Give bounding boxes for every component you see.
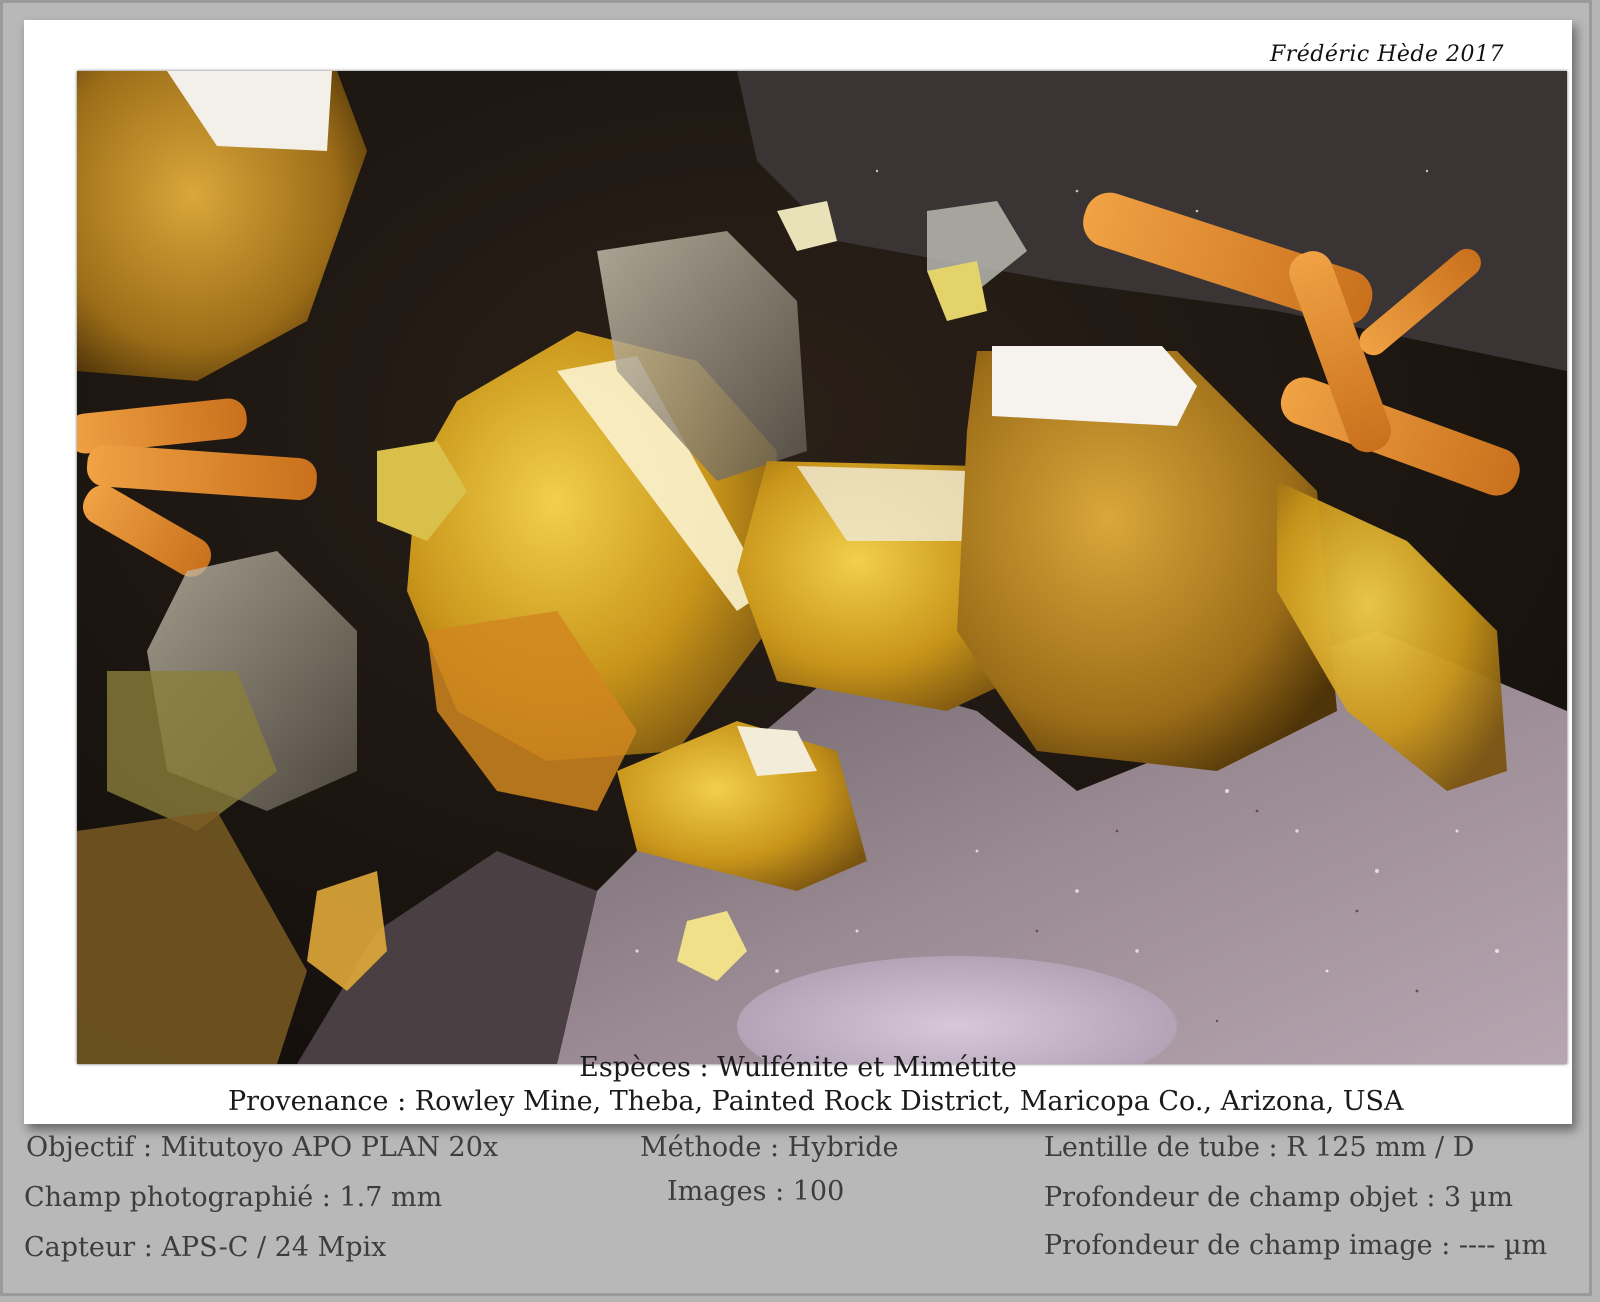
image-dof-info: Profondeur de champ image : ---- µm [1044,1230,1548,1261]
provenance-caption: Provenance : Rowley Mine, Theba, Painted… [228,1086,1404,1117]
species-caption: Espèces : Wulfénite et Mimétite [579,1052,1017,1083]
tube-lens-info: Lentille de tube : R 125 mm / D [1044,1132,1475,1163]
photo-card: Frédéric Hède 2017 Espèces: Wulfénite e… [24,20,1572,1124]
object-dof-info: Profondeur de champ objet : 3 µm [1044,1182,1513,1213]
photographer-signature: Frédéric Hède 2017 [1269,42,1504,67]
field-info: Champ photographié : 1.7 mm [24,1182,443,1213]
method-info: Méthode : Hybride [640,1132,899,1163]
image-count-info: Images : 100 [667,1176,845,1207]
objective-info: Objectif : Mitutoyo APO PLAN 20x [26,1132,499,1163]
specimen-photo [77,71,1567,1064]
sensor-info: Capteur : APS-C / 24 Mpix [24,1232,387,1263]
